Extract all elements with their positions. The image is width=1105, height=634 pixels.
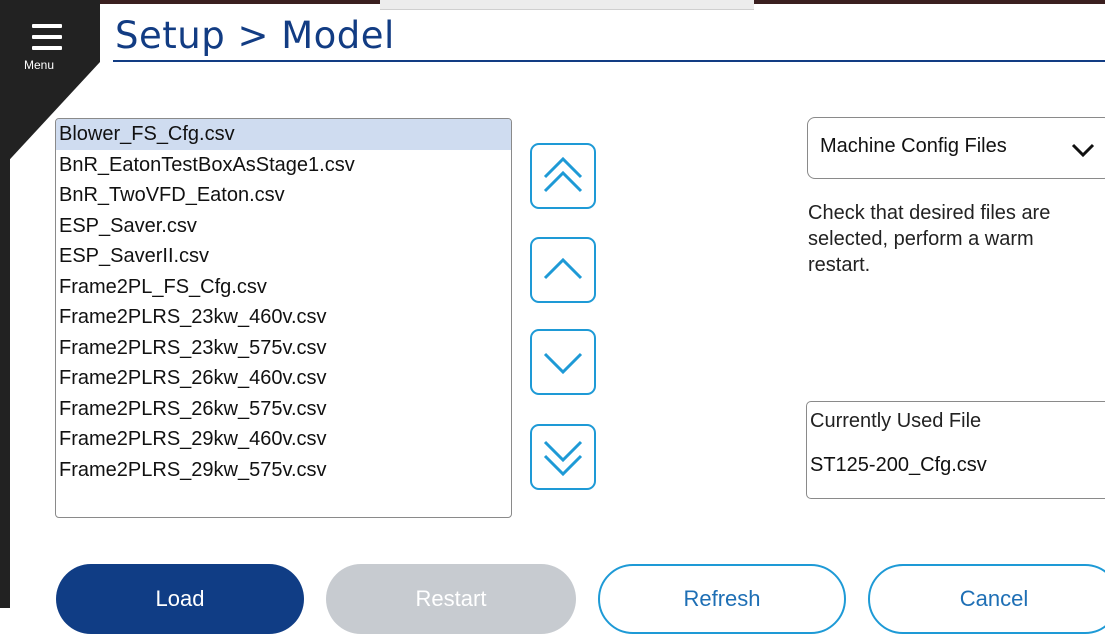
file-list-item[interactable]: BnR_EatonTestBoxAsStage1.csv xyxy=(56,150,511,181)
file-list-item[interactable]: Frame2PLRS_26kw_575v.csv xyxy=(56,394,511,425)
page-title: Setup > Model xyxy=(115,14,395,57)
file-list-item-selected[interactable]: Blower_FS_Cfg.csv xyxy=(56,119,511,150)
top-tab-strip xyxy=(380,0,754,10)
current-file-label: Currently Used File xyxy=(810,410,982,432)
current-file-panel: Currently Used File ST125-200_Cfg.csv xyxy=(806,401,1105,499)
page-down-button[interactable] xyxy=(530,424,596,490)
menu-label: Menu xyxy=(24,58,55,72)
double-chevron-up-icon xyxy=(543,156,583,193)
double-chevron-down-icon xyxy=(543,440,583,477)
file-list-item[interactable]: ESP_Saver.csv xyxy=(56,211,511,242)
chevron-down-icon xyxy=(543,352,583,375)
file-list[interactable]: Blower_FS_Cfg.csv BnR_EatonTestBoxAsStag… xyxy=(55,118,512,518)
cancel-button[interactable]: Cancel xyxy=(868,564,1105,634)
load-button[interactable]: Load xyxy=(56,564,304,634)
file-type-select-value: Machine Config Files xyxy=(820,135,1007,157)
menu-button[interactable]: Menu xyxy=(14,18,86,78)
scroll-down-button[interactable] xyxy=(530,329,596,395)
current-file-value: ST125-200_Cfg.csv xyxy=(810,454,987,476)
chevron-down-icon xyxy=(1071,143,1095,158)
file-list-item[interactable]: ESP_SaverII.csv xyxy=(56,241,511,272)
file-type-select[interactable]: Machine Config Files xyxy=(807,117,1105,179)
file-list-item[interactable]: Frame2PLRS_26kw_460v.csv xyxy=(56,363,511,394)
hamburger-icon xyxy=(32,24,62,52)
page-up-button[interactable] xyxy=(530,143,596,209)
file-list-item[interactable]: Frame2PLRS_29kw_460v.csv xyxy=(56,424,511,455)
restart-button[interactable]: Restart xyxy=(326,564,576,634)
chevron-up-icon xyxy=(543,257,583,280)
file-list-item[interactable]: Frame2PLRS_23kw_460v.csv xyxy=(56,302,511,333)
title-underline xyxy=(113,60,1105,62)
refresh-button[interactable]: Refresh xyxy=(598,564,846,634)
file-list-item[interactable]: Frame2PL_FS_Cfg.csv xyxy=(56,272,511,303)
file-list-item[interactable]: BnR_TwoVFD_Eaton.csv xyxy=(56,180,511,211)
scroll-up-button[interactable] xyxy=(530,237,596,303)
file-list-item[interactable]: Frame2PLRS_29kw_575v.csv xyxy=(56,455,511,486)
file-list-item[interactable]: Frame2PLRS_23kw_575v.csv xyxy=(56,333,511,364)
instructions-text: Check that desired files are selected, p… xyxy=(808,202,1051,276)
